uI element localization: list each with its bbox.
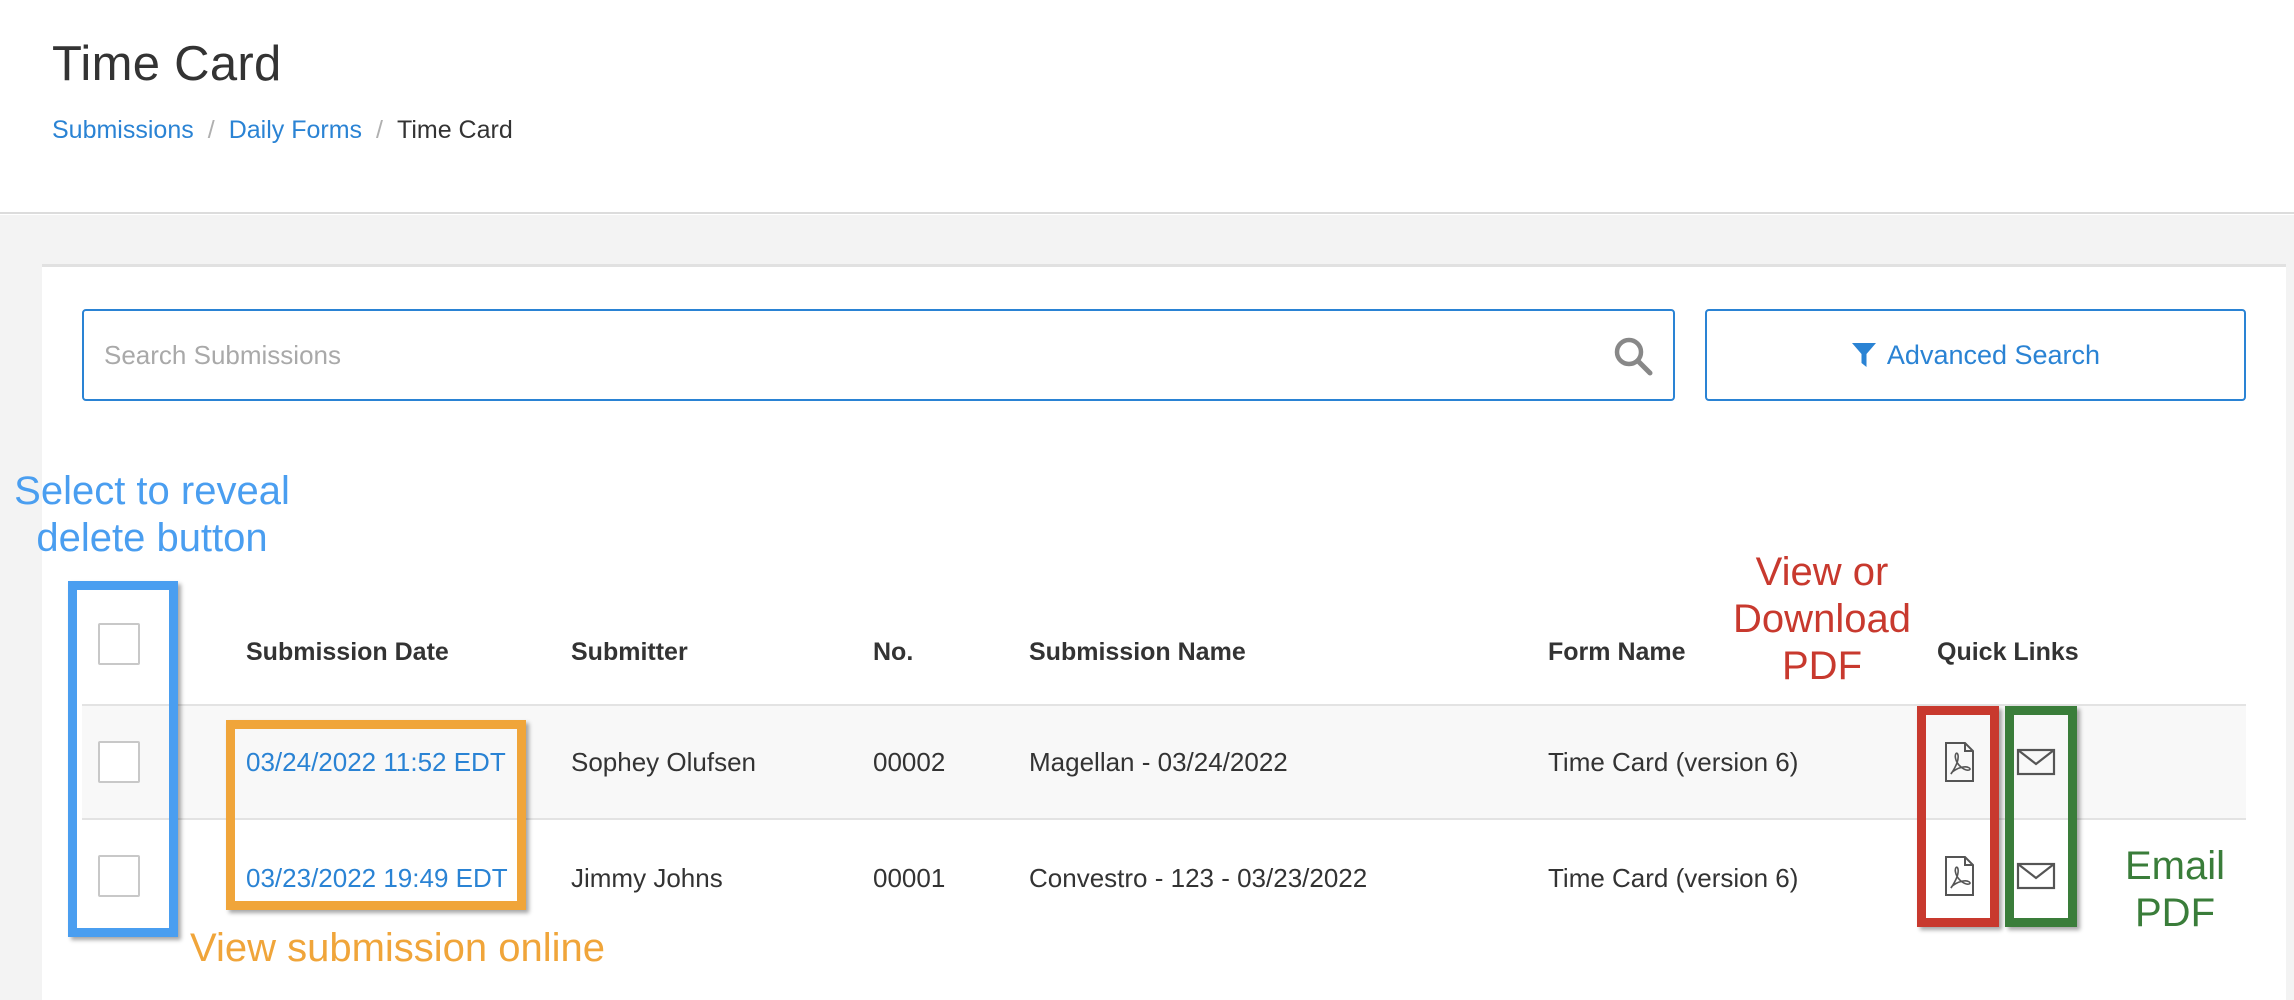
annotation-pdf-box — [1917, 706, 1999, 927]
search-icon[interactable] — [1613, 336, 1653, 376]
submission-name-cell: Convestro - 123 - 03/23/2022 — [1029, 862, 1368, 893]
search-box — [82, 309, 1675, 401]
breadcrumb-current: Time Card — [396, 116, 513, 144]
column-header-quick-links: Quick Links — [1937, 637, 2079, 666]
annotation-email-line1: Email — [2124, 844, 2226, 888]
funnel-icon — [1851, 343, 1876, 367]
annotation-email-text: Email PDF — [2100, 843, 2250, 937]
column-header-form-name[interactable]: Form Name — [1548, 600, 1686, 704]
breadcrumb: Submissions / Daily Forms / Time Card — [52, 116, 513, 145]
annotation-select-line2: delete button — [36, 516, 268, 561]
submission-name-cell: Magellan - 03/24/2022 — [1029, 746, 1288, 777]
column-header-no[interactable]: No. — [873, 600, 913, 704]
form-name-cell: Time Card (version 6) — [1548, 746, 1799, 777]
annotation-pdf-line2: Download — [1733, 597, 1911, 642]
annotation-pdf-text: View or Download PDF — [1712, 549, 1932, 691]
annotation-select-box — [68, 581, 178, 937]
submitter-cell: Sophey Olufsen — [571, 746, 757, 777]
annotation-email-line2: PDF — [2135, 891, 2215, 936]
breadcrumb-separator: / — [376, 116, 383, 144]
annotation-email-box — [2005, 706, 2077, 927]
submitter-cell: Jimmy Johns — [571, 862, 723, 893]
annotation-select-text: Select to reveal delete button — [0, 468, 304, 562]
column-header-submission-name[interactable]: Submission Name — [1029, 600, 1246, 704]
advanced-search-label: Advanced Search — [1886, 339, 2101, 370]
page-header: Time Card Submissions / Daily Forms / Ti… — [0, 0, 2294, 214]
annotation-select-line1: Select to reveal — [14, 469, 290, 513]
column-header-submission-date[interactable]: Submission Date — [246, 600, 449, 704]
breadcrumb-separator: / — [207, 116, 215, 144]
breadcrumb-submissions[interactable]: Submissions — [52, 116, 194, 145]
search-input[interactable] — [104, 311, 1584, 399]
number-cell: 00001 — [873, 862, 946, 893]
breadcrumb-daily-forms[interactable]: Daily Forms — [229, 116, 362, 145]
annotation-pdf-line1: View or — [1755, 550, 1889, 594]
advanced-search-button[interactable]: Advanced Search — [1705, 309, 2246, 401]
annotation-pdf-line3: PDF — [1782, 644, 1862, 689]
annotation-view-online-text: View submission online — [190, 926, 606, 970]
annotation-view-online-box — [226, 720, 526, 910]
column-header-submitter[interactable]: Submitter — [571, 600, 688, 704]
number-cell: 00002 — [873, 746, 946, 777]
form-name-cell: Time Card (version 6) — [1548, 862, 1799, 893]
page-title: Time Card — [52, 37, 282, 91]
